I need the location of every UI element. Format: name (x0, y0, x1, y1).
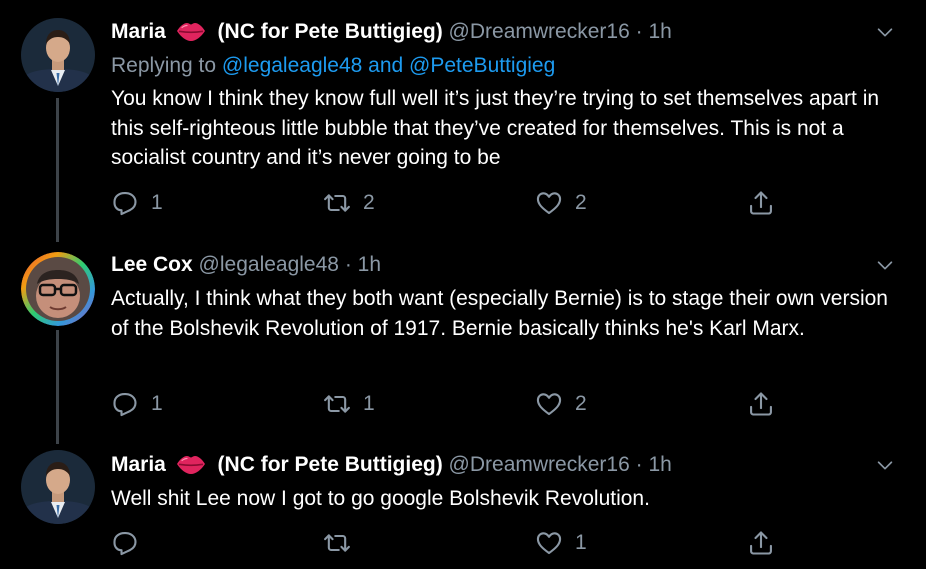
separator: · (635, 20, 643, 43)
share-button[interactable] (747, 188, 775, 218)
action-bar: 1 (111, 528, 791, 558)
action-bar: 1 1 2 (111, 389, 791, 419)
replying-to-links[interactable]: @legaleagle48 and @PeteButtigieg (222, 54, 555, 77)
share-button[interactable] (747, 528, 775, 558)
display-name[interactable]: Lee Cox (111, 253, 193, 276)
retweet-button[interactable] (323, 528, 363, 558)
share-button[interactable] (747, 389, 775, 419)
tweet-text: You know I think they know full well it’… (111, 87, 880, 169)
tweet-text: Actually, I think what they both want (e… (111, 287, 888, 340)
retweet-icon (323, 189, 351, 217)
display-name-suffix[interactable]: (NC for Pete Buttigieg) (218, 453, 443, 476)
kiss-mark-icon (176, 455, 206, 475)
retweet-count: 1 (363, 392, 375, 415)
reply-icon (111, 189, 139, 217)
tweet-header: Maria (NC for Pete Buttigieg) @Dreamwrec… (111, 450, 896, 480)
like-count: 2 (575, 191, 587, 214)
like-button[interactable]: 2 (535, 188, 587, 218)
share-icon (747, 189, 775, 217)
retweet-button[interactable]: 2 (323, 188, 375, 218)
tweet[interactable]: Lee Cox @legaleagle48 · 1h Actually, I t… (0, 235, 926, 448)
reply-icon (111, 529, 139, 557)
display-name[interactable]: Maria (111, 20, 166, 43)
share-icon (747, 390, 775, 418)
retweet-icon (323, 529, 351, 557)
heart-icon (535, 390, 563, 418)
heart-icon (535, 189, 563, 217)
kiss-mark-icon (176, 22, 206, 42)
user-handle[interactable]: @Dreamwrecker16 (449, 453, 630, 476)
like-count: 1 (575, 531, 587, 554)
reply-button[interactable]: 1 (111, 389, 163, 419)
tweet-text: Well shit Lee now I got to go google Bol… (111, 487, 650, 510)
chevron-down-icon[interactable] (874, 454, 896, 476)
tweet-header: Maria (NC for Pete Buttigieg) @Dreamwrec… (111, 17, 896, 47)
tweet-header: Lee Cox @legaleagle48 · 1h (111, 250, 896, 280)
timestamp[interactable]: 1h (358, 253, 381, 276)
reply-count: 1 (151, 191, 163, 214)
reply-button[interactable]: 1 (111, 188, 163, 218)
like-button[interactable]: 2 (535, 389, 587, 419)
retweet-icon (323, 390, 351, 418)
reply-count: 1 (151, 392, 163, 415)
timestamp[interactable]: 1h (648, 20, 671, 43)
tweet[interactable]: Maria (NC for Pete Buttigieg) @Dreamwrec… (0, 0, 926, 235)
replying-to: Replying to @legaleagle48 and @PeteButti… (111, 51, 555, 81)
display-name-suffix[interactable]: (NC for Pete Buttigieg) (218, 20, 443, 43)
replying-to-label: Replying to (111, 54, 217, 77)
chevron-down-icon[interactable] (874, 254, 896, 276)
retweet-button[interactable]: 1 (323, 389, 375, 419)
share-icon (747, 529, 775, 557)
like-count: 2 (575, 392, 587, 415)
user-handle[interactable]: @legaleagle48 (199, 253, 339, 276)
like-button[interactable]: 1 (535, 528, 587, 558)
reply-button[interactable] (111, 528, 151, 558)
heart-icon (535, 529, 563, 557)
avatar[interactable] (21, 18, 95, 92)
separator: · (344, 253, 352, 276)
reply-icon (111, 390, 139, 418)
avatar[interactable] (21, 450, 95, 524)
avatar[interactable] (21, 252, 95, 326)
retweet-count: 2 (363, 191, 375, 214)
user-handle[interactable]: @Dreamwrecker16 (449, 20, 630, 43)
action-bar: 1 2 2 (111, 188, 791, 218)
chevron-down-icon[interactable] (874, 21, 896, 43)
separator: · (635, 453, 643, 476)
tweet[interactable]: Maria (NC for Pete Buttigieg) @Dreamwrec… (0, 448, 926, 569)
timestamp[interactable]: 1h (648, 453, 671, 476)
display-name[interactable]: Maria (111, 453, 166, 476)
